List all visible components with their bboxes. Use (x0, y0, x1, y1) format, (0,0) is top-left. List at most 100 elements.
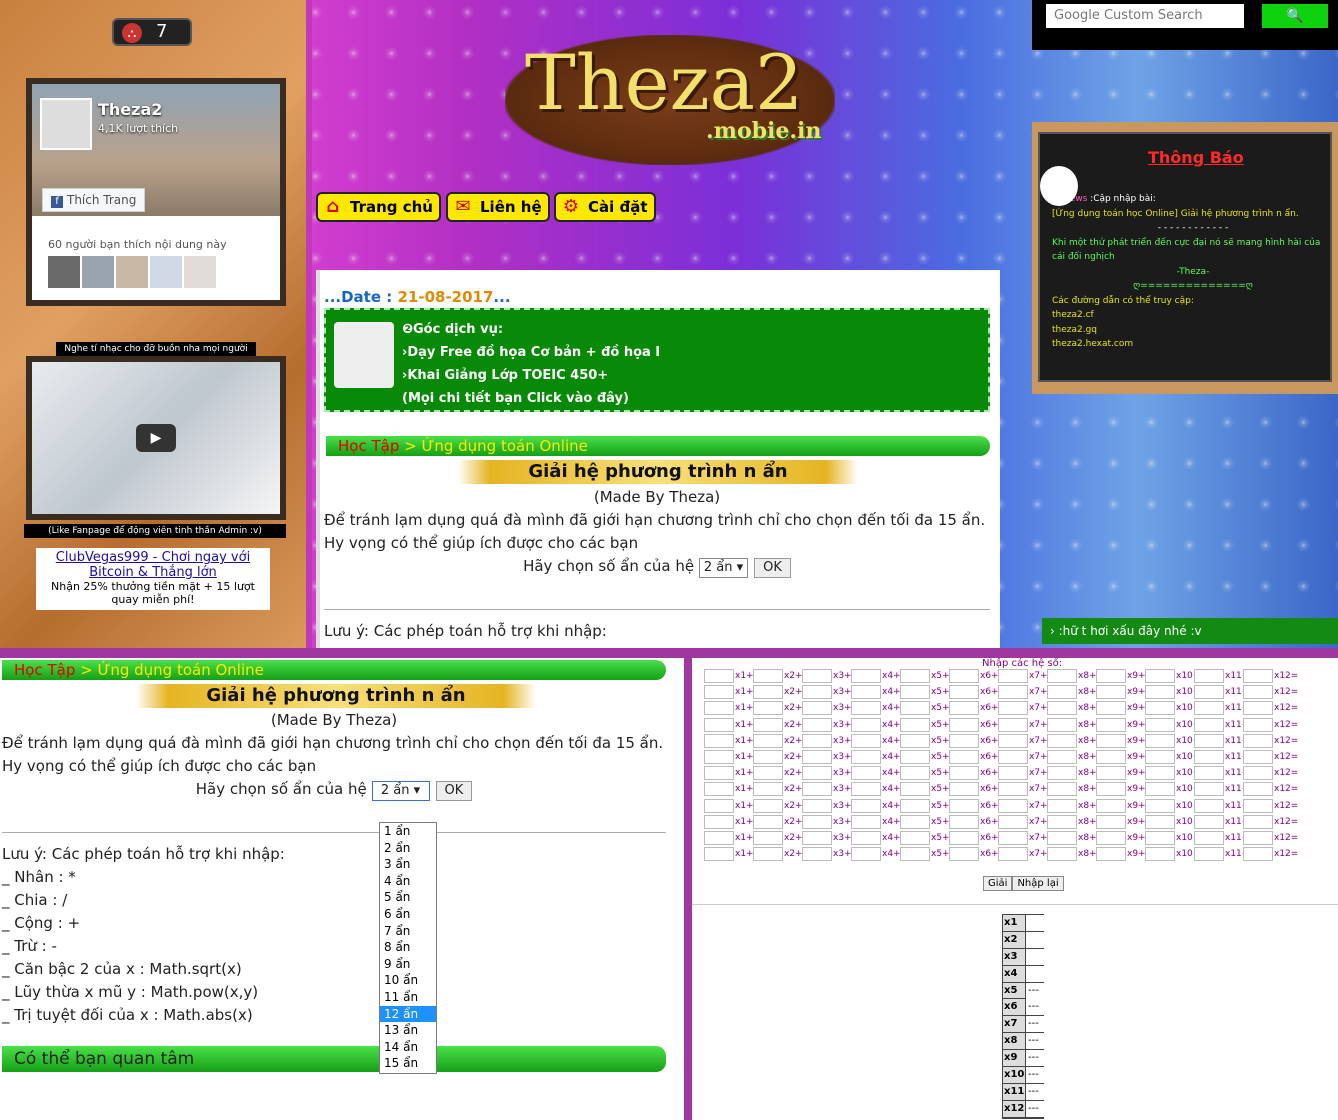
search-button[interactable]: 🔍 (1262, 4, 1328, 28)
breadcrumb-root[interactable]: Học Tập (338, 437, 399, 455)
coefficient-input[interactable] (949, 814, 979, 829)
coefficient-input[interactable] (802, 750, 832, 764)
coefficient-input[interactable] (1047, 814, 1077, 829)
coefficient-input[interactable] (998, 717, 1028, 732)
coefficient-input[interactable] (753, 831, 783, 845)
coefficient-input[interactable] (802, 733, 832, 748)
coefficient-input[interactable] (900, 733, 930, 748)
coefficient-input[interactable] (851, 766, 881, 781)
coefficient-input[interactable] (704, 750, 734, 764)
coefficient-input[interactable] (802, 766, 832, 781)
coefficient-input[interactable] (1194, 782, 1224, 797)
coefficient-input[interactable] (1145, 782, 1175, 797)
dropdown-option[interactable]: 1 ẩn (380, 823, 436, 840)
coefficient-input[interactable] (1243, 782, 1273, 797)
coefficient-input[interactable] (900, 701, 930, 716)
dropdown-option[interactable]: 10 ẩn (380, 972, 436, 989)
dropdown-option[interactable]: 12 ẩn (380, 1005, 436, 1023)
coefficient-input[interactable] (704, 733, 734, 748)
coefficient-input[interactable] (1145, 847, 1175, 862)
play-icon[interactable]: ▶ (136, 424, 176, 452)
coefficient-input[interactable] (851, 814, 881, 829)
coefficient-input[interactable] (1145, 701, 1175, 716)
coefficient-input[interactable] (1096, 831, 1126, 845)
coefficient-input[interactable] (1047, 766, 1077, 781)
coefficient-input[interactable] (949, 831, 979, 845)
coefficient-input[interactable] (1096, 717, 1126, 732)
coefficient-input[interactable] (704, 814, 734, 829)
coefficient-input[interactable] (949, 750, 979, 764)
coefficient-input[interactable] (1194, 831, 1224, 845)
coefficient-input[interactable] (1243, 701, 1273, 716)
coefficient-input[interactable] (1145, 685, 1175, 700)
coefficient-input[interactable] (753, 766, 783, 781)
coefficient-input[interactable] (1243, 685, 1273, 700)
unknowns-select[interactable]: 2 ẩn ▾ (371, 781, 430, 801)
coefficient-input[interactable] (753, 750, 783, 764)
friend-avatar[interactable] (150, 256, 182, 288)
coefficient-input[interactable] (753, 733, 783, 748)
coefficient-input[interactable] (1145, 831, 1175, 845)
dropdown-option[interactable]: 6 ẩn (380, 906, 436, 923)
search-input[interactable]: Google Custom Search (1046, 4, 1244, 28)
unknowns-select[interactable]: 2 ẩn ▾ (698, 558, 749, 578)
coefficient-input[interactable] (704, 831, 734, 845)
friend-avatar[interactable] (82, 256, 114, 288)
coefficient-input[interactable] (998, 798, 1028, 813)
coefficient-input[interactable] (851, 669, 881, 683)
coefficient-input[interactable] (1243, 750, 1273, 764)
coefficient-input[interactable] (851, 685, 881, 700)
coefficient-input[interactable] (851, 717, 881, 732)
coefficient-input[interactable] (704, 782, 734, 797)
dropdown-option[interactable]: 14 ẩn (380, 1039, 436, 1056)
coefficient-input[interactable] (1096, 701, 1126, 716)
coefficient-input[interactable] (753, 814, 783, 829)
friend-avatar[interactable] (116, 256, 148, 288)
coefficient-input[interactable] (802, 831, 832, 845)
notice-link[interactable]: theza2.gq (1052, 323, 1334, 338)
coefficient-input[interactable] (1243, 831, 1273, 845)
site-logo[interactable]: Theza2 (525, 38, 803, 127)
coefficient-input[interactable] (704, 717, 734, 732)
coefficient-input[interactable] (851, 750, 881, 764)
coefficient-input[interactable] (949, 847, 979, 862)
coefficient-input[interactable] (1194, 814, 1224, 829)
coefficient-input[interactable] (1096, 798, 1126, 813)
dropdown-option[interactable]: 11 ẩn (380, 989, 436, 1006)
ok-button[interactable]: OK (754, 558, 791, 578)
coefficient-input[interactable] (704, 701, 734, 716)
coefficient-input[interactable] (753, 717, 783, 732)
coefficient-input[interactable] (900, 669, 930, 683)
unknowns-dropdown-list[interactable]: 1 ẩn 2 ẩn 3 ẩn 4 ẩn 5 ẩn 6 ẩn 7 ẩn 8 ẩn 9 ẩn 10 ẩ… (379, 822, 437, 1074)
solve-button[interactable]: Giải (983, 876, 1013, 891)
coefficient-input[interactable] (1047, 669, 1077, 683)
coefficient-input[interactable] (1243, 847, 1273, 862)
coefficient-input[interactable] (1194, 750, 1224, 764)
coefficient-input[interactable] (900, 798, 930, 813)
coefficient-input[interactable] (1047, 733, 1077, 748)
coefficient-input[interactable] (753, 685, 783, 700)
coefficient-input[interactable] (1047, 798, 1077, 813)
coefficient-input[interactable] (900, 685, 930, 700)
coefficient-input[interactable] (704, 798, 734, 813)
dropdown-option[interactable]: 2 ẩn (380, 840, 436, 857)
ok-button[interactable]: OK (435, 781, 473, 801)
coefficient-input[interactable] (949, 798, 979, 813)
coefficient-input[interactable] (1096, 847, 1126, 862)
dropdown-option[interactable]: 15 ẩn (380, 1055, 436, 1072)
coefficient-input[interactable] (1047, 685, 1077, 700)
coefficient-input[interactable] (1243, 798, 1273, 813)
coefficient-input[interactable] (1194, 766, 1224, 781)
coefficient-input[interactable] (1096, 733, 1126, 748)
coefficient-input[interactable] (1145, 750, 1175, 764)
coefficient-input[interactable] (998, 814, 1028, 829)
dropdown-option[interactable]: 13 ẩn (380, 1022, 436, 1039)
coefficient-input[interactable] (1096, 782, 1126, 797)
ad-link[interactable]: ClubVegas999 - Chơi ngay với Bitcoin & T… (38, 550, 268, 580)
dropdown-option[interactable]: 4 ẩn (380, 873, 436, 890)
coefficient-input[interactable] (851, 847, 881, 862)
coefficient-input[interactable] (802, 782, 832, 797)
coefficient-input[interactable] (1096, 669, 1126, 683)
friend-avatar[interactable] (184, 256, 216, 288)
coefficient-input[interactable] (1243, 814, 1273, 829)
